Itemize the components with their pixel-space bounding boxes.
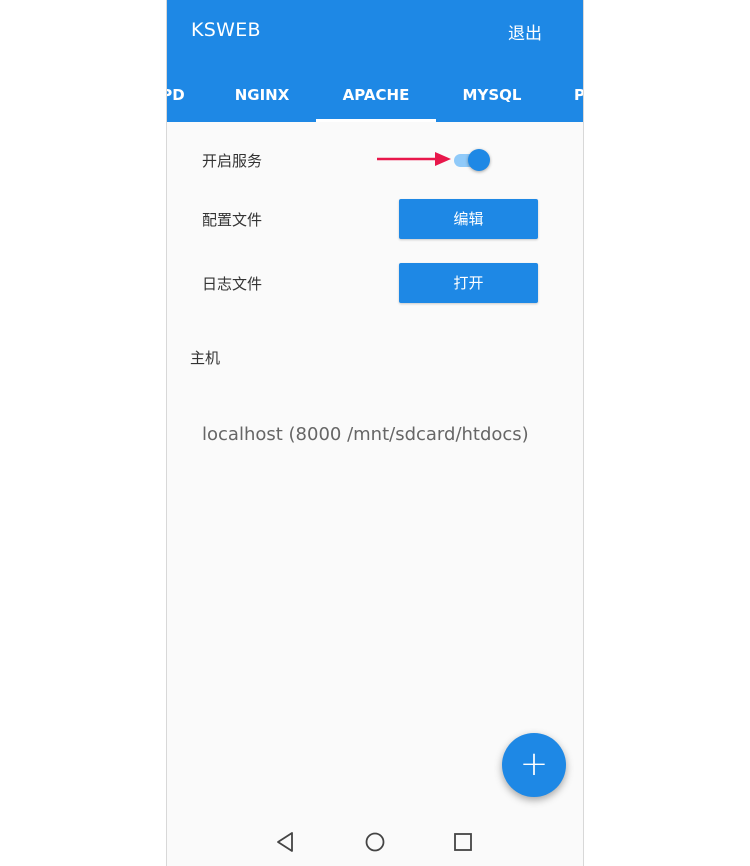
tab-p[interactable]: P <box>574 68 583 122</box>
app-title: KSWEB <box>191 19 261 41</box>
phone-screen: KSWEB 退出 PD NGINX APACHE MYSQL P 开启服务 配置… <box>166 0 584 866</box>
host-list-item[interactable]: localhost (8000 /mnt/sdcard/htdocs) <box>202 424 529 445</box>
tab-apache[interactable]: APACHE <box>316 68 436 122</box>
config-file-label: 配置文件 <box>202 211 263 229</box>
exit-button[interactable]: 退出 <box>508 19 542 44</box>
recents-icon[interactable] <box>451 830 475 854</box>
back-icon[interactable] <box>274 830 298 854</box>
app-bar: KSWEB 退出 PD NGINX APACHE MYSQL P <box>167 0 583 122</box>
hosts-section-title: 主机 <box>190 349 221 367</box>
annotation-arrow <box>377 152 451 166</box>
tab-mysql[interactable]: MYSQL <box>447 68 537 122</box>
service-label: 开启服务 <box>202 152 263 170</box>
service-toggle[interactable] <box>452 146 492 174</box>
tab-nginx[interactable]: NGINX <box>217 68 307 122</box>
home-icon[interactable] <box>363 830 387 854</box>
edit-button[interactable]: 编辑 <box>399 199 538 239</box>
tab-pd[interactable]: PD <box>167 68 193 122</box>
open-button[interactable]: 打开 <box>399 263 538 303</box>
tab-bar: PD NGINX APACHE MYSQL P <box>167 68 583 122</box>
system-nav-bar <box>167 818 583 866</box>
add-host-button[interactable]: + <box>502 733 566 797</box>
log-file-label: 日志文件 <box>202 275 263 293</box>
add-icon: + <box>519 744 549 784</box>
toggle-thumb <box>468 149 490 171</box>
